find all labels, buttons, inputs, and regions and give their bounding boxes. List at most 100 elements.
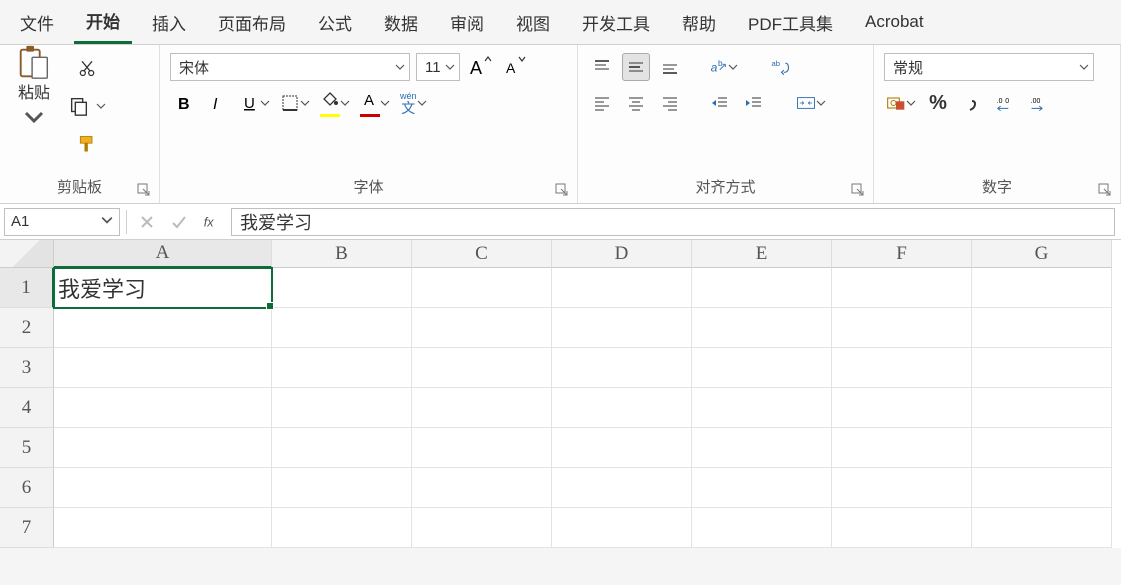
cut-button[interactable] — [68, 51, 106, 85]
row-head-3[interactable]: 3 — [0, 348, 54, 388]
align-center-button[interactable] — [622, 89, 650, 117]
cell-E4[interactable] — [692, 388, 832, 428]
formula-input[interactable]: 我爱学习 — [231, 208, 1115, 236]
cell-G1[interactable] — [972, 268, 1112, 308]
row-head-6[interactable]: 6 — [0, 468, 54, 508]
cell-F7[interactable] — [832, 508, 972, 548]
menu-pagelayout[interactable]: 页面布局 — [206, 2, 298, 43]
cell-D3[interactable] — [552, 348, 692, 388]
menu-home[interactable]: 开始 — [74, 0, 132, 44]
cell-G3[interactable] — [972, 348, 1112, 388]
number-format-select[interactable]: 常规 — [884, 53, 1094, 81]
cell-B7[interactable] — [272, 508, 412, 548]
row-head-5[interactable]: 5 — [0, 428, 54, 468]
clipboard-launcher[interactable] — [137, 183, 151, 197]
phonetic-button[interactable]: wén文 — [398, 89, 429, 117]
font-size-select[interactable]: 11 — [416, 53, 460, 81]
cell-F1[interactable] — [832, 268, 972, 308]
cell-C5[interactable] — [412, 428, 552, 468]
align-top-button[interactable] — [588, 53, 616, 81]
cell-G7[interactable] — [972, 508, 1112, 548]
col-head-F[interactable]: F — [832, 240, 972, 268]
alignment-launcher[interactable] — [851, 183, 865, 197]
increase-indent-button[interactable] — [740, 89, 768, 117]
increase-decimal-button[interactable]: .00 — [992, 89, 1020, 117]
cell-E1[interactable] — [692, 268, 832, 308]
merge-center-button[interactable] — [794, 89, 828, 117]
decrease-decimal-button[interactable]: .00 — [1026, 89, 1054, 117]
format-painter-button[interactable] — [68, 127, 106, 161]
orientation-button[interactable]: ab — [706, 53, 740, 81]
cell-D2[interactable] — [552, 308, 692, 348]
cell-F3[interactable] — [832, 348, 972, 388]
cell-B2[interactable] — [272, 308, 412, 348]
cell-A7[interactable] — [54, 508, 272, 548]
cell-G5[interactable] — [972, 428, 1112, 468]
underline-button[interactable]: U — [238, 89, 272, 117]
fill-color-button[interactable] — [318, 89, 352, 117]
italic-button[interactable]: I — [204, 89, 232, 117]
accounting-format-button[interactable] — [884, 89, 918, 117]
col-head-A[interactable]: A — [54, 240, 272, 268]
row-head-4[interactable]: 4 — [0, 388, 54, 428]
align-middle-button[interactable] — [622, 53, 650, 81]
cell-C3[interactable] — [412, 348, 552, 388]
menu-insert[interactable]: 插入 — [140, 2, 198, 43]
copy-button[interactable] — [68, 89, 106, 123]
col-head-G[interactable]: G — [972, 240, 1112, 268]
cell-E5[interactable] — [692, 428, 832, 468]
cell-E7[interactable] — [692, 508, 832, 548]
row-head-7[interactable]: 7 — [0, 508, 54, 548]
cell-B4[interactable] — [272, 388, 412, 428]
row-head-1[interactable]: 1 — [0, 268, 54, 308]
menu-help[interactable]: 帮助 — [670, 2, 728, 43]
paste-dropdown[interactable] — [20, 103, 48, 131]
cell-C4[interactable] — [412, 388, 552, 428]
cell-G4[interactable] — [972, 388, 1112, 428]
menu-acrobat[interactable]: Acrobat — [853, 4, 936, 40]
cell-C2[interactable] — [412, 308, 552, 348]
menu-view[interactable]: 视图 — [504, 2, 562, 43]
menu-review[interactable]: 审阅 — [438, 2, 496, 43]
bold-button[interactable]: B — [170, 89, 198, 117]
cell-D6[interactable] — [552, 468, 692, 508]
menu-data[interactable]: 数据 — [372, 2, 430, 43]
cell-E6[interactable] — [692, 468, 832, 508]
name-box[interactable]: A1 — [4, 208, 120, 236]
menu-pdftools[interactable]: PDF工具集 — [736, 2, 845, 43]
cell-D5[interactable] — [552, 428, 692, 468]
cell-A3[interactable] — [54, 348, 272, 388]
cell-C7[interactable] — [412, 508, 552, 548]
menu-developer[interactable]: 开发工具 — [570, 2, 662, 43]
increase-font-button[interactable]: A — [466, 53, 494, 81]
cell-F6[interactable] — [832, 468, 972, 508]
row-head-2[interactable]: 2 — [0, 308, 54, 348]
font-name-select[interactable]: 宋体 — [170, 53, 410, 81]
cell-G6[interactable] — [972, 468, 1112, 508]
align-left-button[interactable] — [588, 89, 616, 117]
cell-E3[interactable] — [692, 348, 832, 388]
cell-A6[interactable] — [54, 468, 272, 508]
paste-button[interactable] — [13, 49, 55, 77]
cell-C6[interactable] — [412, 468, 552, 508]
cancel-edit-button[interactable] — [133, 208, 161, 236]
col-head-E[interactable]: E — [692, 240, 832, 268]
cell-D1[interactable] — [552, 268, 692, 308]
font-color-button[interactable]: A — [358, 89, 392, 117]
align-bottom-button[interactable] — [656, 53, 684, 81]
col-head-D[interactable]: D — [552, 240, 692, 268]
decrease-indent-button[interactable] — [706, 89, 734, 117]
confirm-edit-button[interactable] — [165, 208, 193, 236]
col-head-B[interactable]: B — [272, 240, 412, 268]
cell-C1[interactable] — [412, 268, 552, 308]
cell-F5[interactable] — [832, 428, 972, 468]
align-right-button[interactable] — [656, 89, 684, 117]
wrap-text-button[interactable]: ab — [766, 53, 794, 81]
menu-formulas[interactable]: 公式 — [306, 2, 364, 43]
decrease-font-button[interactable]: A — [500, 53, 528, 81]
select-all-corner[interactable] — [0, 240, 54, 268]
cell-A5[interactable] — [54, 428, 272, 468]
comma-button[interactable] — [958, 89, 986, 117]
cell-G2[interactable] — [972, 308, 1112, 348]
font-launcher[interactable] — [555, 183, 569, 197]
